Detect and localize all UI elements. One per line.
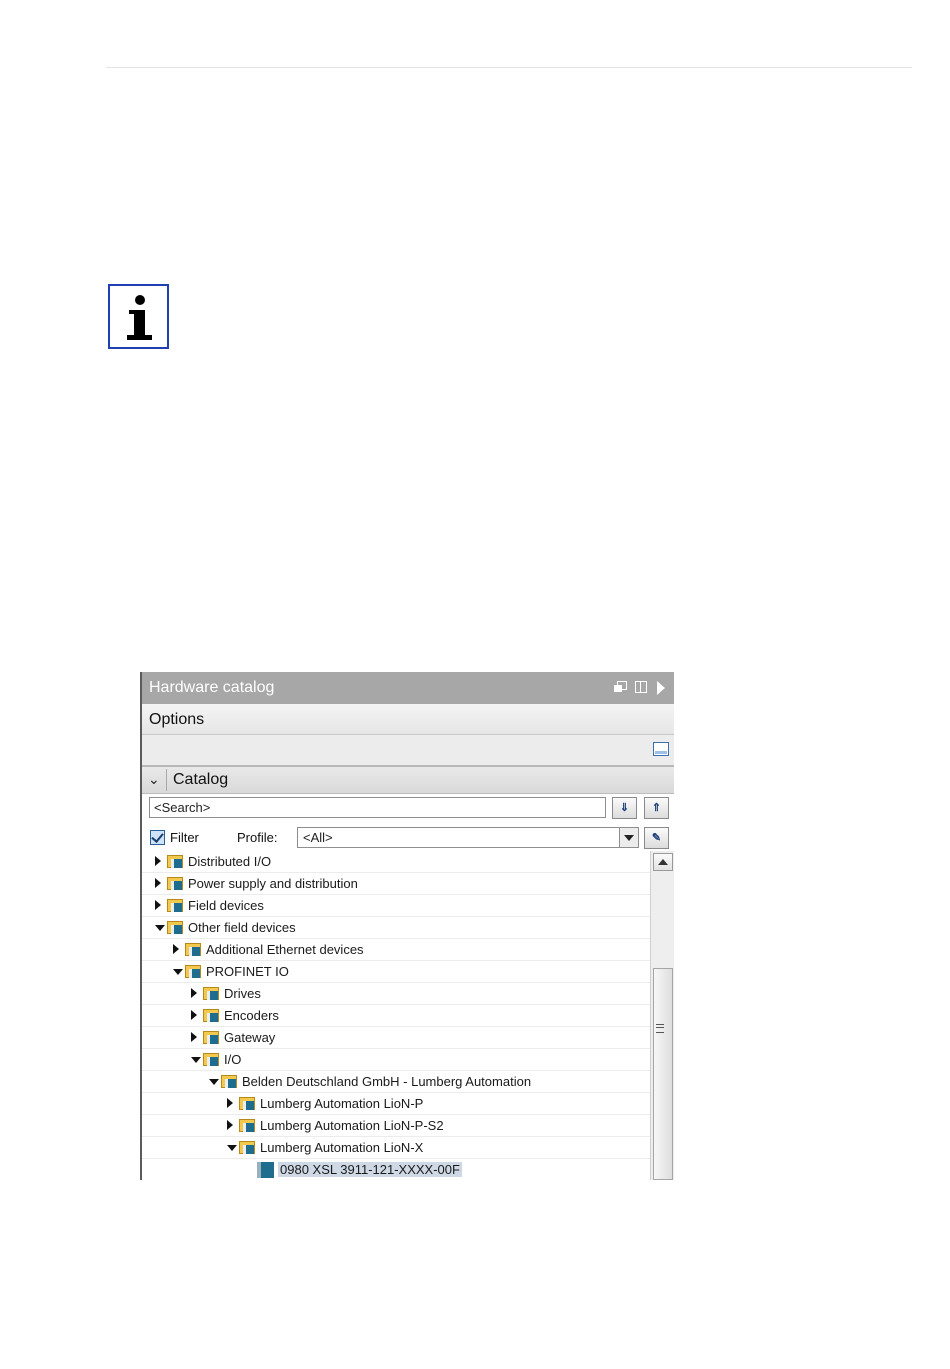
expand-closed-icon[interactable] xyxy=(155,900,161,910)
search-input[interactable]: <Search> xyxy=(149,797,606,818)
header-rule xyxy=(106,67,912,68)
folder-icon xyxy=(203,987,220,1001)
profile-value: <All> xyxy=(303,830,333,845)
tree-row[interactable]: Lumberg Automation LioN-P xyxy=(142,1093,650,1115)
tree-row-label: Distributed I/O xyxy=(188,854,272,869)
expand-open-icon[interactable] xyxy=(209,1079,219,1085)
catalog-header[interactable]: ⌄ Catalog xyxy=(142,767,674,794)
expand-open-icon[interactable] xyxy=(155,925,165,931)
tree-row-label: PROFINET IO xyxy=(206,964,289,979)
tree-row[interactable]: Encoders xyxy=(142,1005,650,1027)
folder-icon xyxy=(167,921,184,935)
collapse-panel-icon[interactable] xyxy=(657,681,665,695)
filter-row: Filter Profile: <All> xyxy=(142,827,674,849)
folder-icon xyxy=(221,1075,238,1089)
expand-closed-icon[interactable] xyxy=(155,856,161,866)
hardware-catalog-panel: Hardware catalog Options ⌄ Catalog <Sear… xyxy=(140,672,674,1180)
tree-row[interactable]: Other field devices xyxy=(142,917,650,939)
expand-open-icon[interactable] xyxy=(227,1145,237,1151)
tree-row[interactable]: I/O xyxy=(142,1049,650,1071)
tree-row[interactable]: Drives xyxy=(142,983,650,1005)
tree-row-label: Other field devices xyxy=(188,920,296,935)
tree-row[interactable]: Gateway xyxy=(142,1027,650,1049)
expand-closed-icon[interactable] xyxy=(173,944,179,954)
expand-open-icon[interactable] xyxy=(173,969,183,975)
tree-row[interactable]: Power supply and distribution xyxy=(142,873,650,895)
catalog-tree: Distributed I/O Power supply and distribu… xyxy=(142,851,650,1180)
catalog-label: Catalog xyxy=(173,771,229,788)
folder-icon xyxy=(167,899,184,913)
folder-icon xyxy=(203,1031,220,1045)
folder-icon xyxy=(185,965,202,979)
dropdown-arrow-icon[interactable] xyxy=(619,828,638,847)
tree-row[interactable]: Lumberg Automation LioN-X xyxy=(142,1137,650,1159)
display-options-icon[interactable] xyxy=(653,742,669,756)
tree-row[interactable]: Distributed I/O xyxy=(142,851,650,873)
profile-label: Profile: xyxy=(237,830,278,845)
tree-row[interactable]: Field devices xyxy=(142,895,650,917)
expand-closed-icon[interactable] xyxy=(155,878,161,888)
search-down-button[interactable]: ⇓ xyxy=(612,797,637,819)
folder-icon xyxy=(167,877,184,891)
expand-closed-icon[interactable] xyxy=(227,1120,233,1130)
folder-icon xyxy=(239,1097,256,1111)
expand-closed-icon[interactable] xyxy=(191,1032,197,1042)
tree-row-label: Power supply and distribution xyxy=(188,876,358,891)
tree-row-label: Additional Ethernet devices xyxy=(206,942,364,957)
tree-row-label: Gateway xyxy=(224,1030,276,1045)
search-up-button[interactable]: ⇑ xyxy=(644,797,669,819)
tree-row[interactable]: 0980 XSL 3911-121-XXXX-00F xyxy=(142,1159,650,1180)
folder-icon xyxy=(239,1141,256,1155)
tree-row-label: Lumberg Automation LioN-X xyxy=(260,1140,424,1155)
profile-settings-button[interactable]: ✎ xyxy=(644,827,669,849)
tree-row-label: Drives xyxy=(224,986,261,1001)
tree-row-label: Lumberg Automation LioN-P-S2 xyxy=(260,1118,444,1133)
folder-icon xyxy=(185,943,202,957)
tree-row-label: Encoders xyxy=(224,1008,279,1023)
expand-open-icon[interactable] xyxy=(191,1057,201,1063)
panel-titlebar: Hardware catalog xyxy=(142,672,674,704)
tree-row-label: 0980 XSL 3911-121-XXXX-00F xyxy=(278,1162,462,1177)
panel-title: Hardware catalog xyxy=(149,679,275,696)
split-view-icon[interactable] xyxy=(635,681,647,693)
folder-icon xyxy=(167,855,184,869)
tree-scrollbar[interactable] xyxy=(650,851,674,1180)
expand-closed-icon[interactable] xyxy=(191,988,197,998)
expand-closed-icon[interactable] xyxy=(191,1010,197,1020)
options-header[interactable]: Options xyxy=(142,704,674,735)
device-module-icon xyxy=(257,1162,274,1178)
scroll-up-button[interactable] xyxy=(653,853,673,871)
tree-row-label: I/O xyxy=(224,1052,242,1067)
tree-row[interactable]: Belden Deutschland GmbH - Lumberg Automa… xyxy=(142,1071,650,1093)
restore-window-icon[interactable] xyxy=(614,681,627,693)
filter-label: Filter xyxy=(170,830,199,845)
expand-closed-icon[interactable] xyxy=(227,1098,233,1108)
folder-icon xyxy=(203,1009,220,1023)
filter-checkbox[interactable] xyxy=(150,830,165,845)
tree-row[interactable]: Lumberg Automation LioN-P-S2 xyxy=(142,1115,650,1137)
info-icon xyxy=(108,284,169,349)
tree-row-label: Field devices xyxy=(188,898,264,913)
tree-row-label: Belden Deutschland GmbH - Lumberg Automa… xyxy=(242,1074,532,1089)
folder-icon xyxy=(239,1119,256,1133)
tree-row[interactable]: Additional Ethernet devices xyxy=(142,939,650,961)
options-label: Options xyxy=(149,711,205,728)
profile-select[interactable]: <All> xyxy=(297,827,639,848)
options-toolbar xyxy=(142,735,674,767)
scroll-grip-icon xyxy=(656,1024,664,1033)
tree-row[interactable]: PROFINET IO xyxy=(142,961,650,983)
scroll-thumb[interactable] xyxy=(653,968,673,1180)
folder-icon xyxy=(203,1053,220,1067)
chevron-down-icon[interactable]: ⌄ xyxy=(148,771,160,788)
tree-row-label: Lumberg Automation LioN-P xyxy=(260,1096,424,1111)
